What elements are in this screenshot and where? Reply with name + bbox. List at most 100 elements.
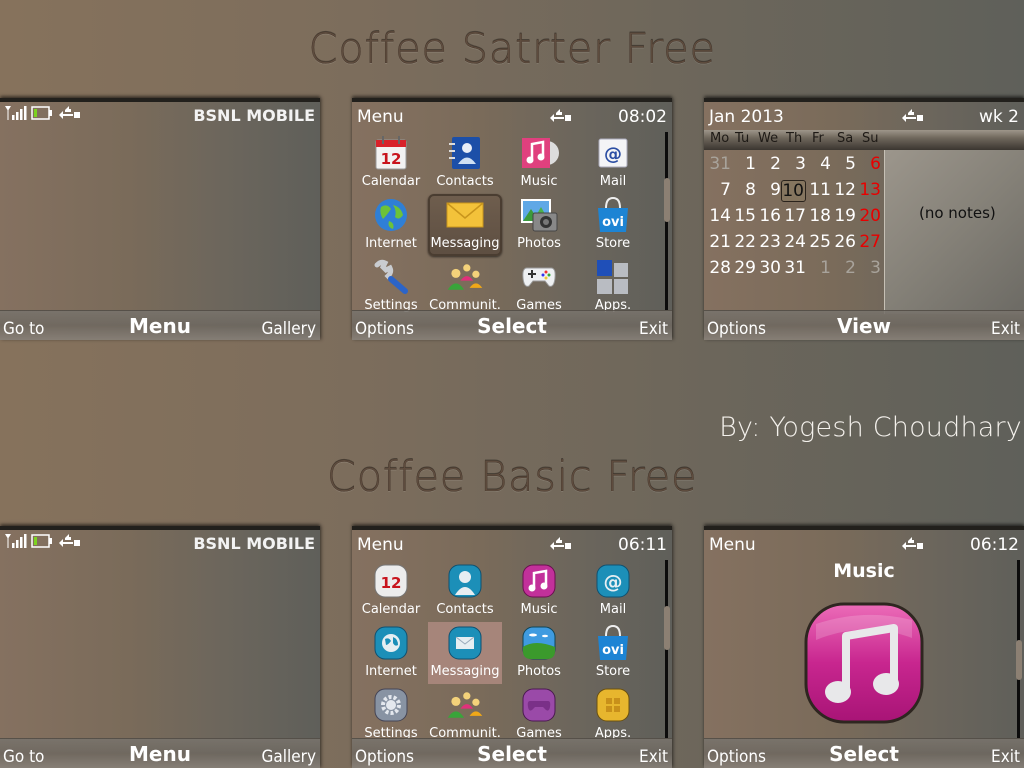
weekday-header: Mo Tu We Th Fr Sa Su [704, 130, 1024, 150]
calendar-day[interactable]: 19 [831, 206, 856, 226]
calendar-day[interactable]: 24 [781, 232, 806, 252]
calendar-day[interactable]: 27 [856, 232, 881, 252]
menu-grid: 12 Calendar Contacts Music @ Mail Intern… [354, 560, 654, 746]
calendar-day[interactable]: 14 [706, 206, 731, 226]
calendar-day[interactable]: 13 [856, 180, 881, 200]
softkey-center[interactable]: Select [704, 742, 1024, 766]
usb-connection-icon [59, 534, 80, 547]
calendar-day[interactable]: 29 [731, 258, 756, 278]
battery-icon [31, 106, 52, 120]
weekday-label: Sa [837, 131, 854, 146]
calendar-day[interactable]: 28 [706, 258, 731, 278]
calendar-day[interactable]: 9 [756, 180, 781, 200]
softkey-center[interactable]: View [704, 314, 1024, 338]
calendar-day[interactable]: 15 [731, 206, 756, 226]
scrollbar-thumb[interactable] [664, 178, 670, 222]
calendar-day[interactable]: 3 [781, 154, 806, 174]
svg-text:@: @ [604, 571, 623, 593]
menu-item-messaging[interactable]: Messaging [428, 622, 502, 684]
usb-connection-icon [59, 106, 80, 119]
menu-item-contacts[interactable]: Contacts [428, 132, 502, 194]
music-note-icon[interactable] [802, 600, 926, 726]
envelope-icon [446, 202, 484, 228]
menu-item-settings[interactable]: Settings [354, 684, 428, 746]
calendar-day[interactable]: 12 [831, 180, 856, 200]
softkey-right[interactable]: Exit [639, 747, 668, 767]
menu-item-internet[interactable]: Internet [354, 622, 428, 684]
scrollbar-thumb[interactable] [1016, 640, 1022, 680]
menu-item-store[interactable]: ovi Store [576, 622, 650, 684]
calendar-day[interactable]: 22 [731, 232, 756, 252]
banner-coffee-basic: Coffee Basic Free [326, 452, 698, 501]
menu-item-apps[interactable]: Apps. [576, 256, 650, 318]
calendar-day[interactable]: 30 [756, 258, 781, 278]
menu-item-settings[interactable]: Settings [354, 256, 428, 318]
calendar-day[interactable]: 6 [856, 154, 881, 174]
calendar-day[interactable]: 31 [706, 154, 731, 174]
ovi-store-icon: ovi [598, 624, 628, 660]
menu-item-label: Photos [517, 664, 561, 679]
signal-icon [5, 534, 27, 548]
menu-item-store[interactable]: ovi Store [576, 194, 650, 256]
menu-item-community[interactable]: Communit. [428, 256, 502, 318]
menu-item-mail[interactable]: @ Mail [576, 132, 650, 194]
calendar-day[interactable]: 3 [856, 258, 881, 278]
calendar-day[interactable]: 20 [856, 206, 881, 226]
menu-item-calendar[interactable]: 12 Calendar [354, 560, 428, 622]
calendar-day[interactable]: 4 [806, 154, 831, 174]
calendar-day[interactable]: 25 [806, 232, 831, 252]
menu-item-music[interactable]: Music [502, 560, 576, 622]
softkey-right[interactable]: Gallery [262, 747, 316, 767]
calendar-day[interactable]: 7 [706, 180, 731, 200]
softkey-center[interactable]: Select [352, 742, 672, 766]
softkey-right[interactable]: Exit [639, 319, 668, 339]
softkey-right[interactable]: Exit [991, 747, 1020, 767]
title-bar: Menu 08:02 [352, 102, 672, 128]
menu-item-games[interactable]: Games [502, 684, 576, 746]
menu-item-internet[interactable]: Internet [354, 194, 428, 256]
menu-item-photos[interactable]: Photos [502, 194, 576, 256]
calendar-day[interactable]: 8 [731, 180, 756, 200]
svg-text:12: 12 [381, 574, 402, 592]
calendar-day[interactable]: 31 [781, 258, 806, 278]
menu-item-apps[interactable]: Apps. [576, 684, 650, 746]
menu-title: Menu [709, 535, 756, 555]
menu-item-photos[interactable]: Photos [502, 622, 576, 684]
softkey-right[interactable]: Gallery [262, 319, 316, 339]
softkey-right[interactable]: Exit [991, 319, 1020, 339]
softkey-bar: Options View Exit [704, 310, 1024, 340]
menu-item-messaging[interactable]: Messaging [428, 194, 502, 256]
calendar-day[interactable]: 18 [806, 206, 831, 226]
menu-item-label: Store [595, 236, 631, 251]
calendar-day[interactable]: 21 [706, 232, 731, 252]
status-bar: BSNL MOBILE [0, 530, 320, 556]
menu-item-label: Messaging [430, 236, 500, 251]
calendar-day[interactable]: 16 [756, 206, 781, 226]
calendar-day[interactable]: 11 [806, 180, 831, 200]
calendar-day[interactable]: 1 [806, 258, 831, 278]
calendar-day[interactable]: 10 [781, 180, 806, 202]
menu-item-games[interactable]: Games [502, 256, 576, 318]
usb-connection-icon [902, 109, 923, 122]
menu-item-label: Internet [365, 664, 417, 679]
menu-item-label: Mail [599, 602, 627, 617]
calendar-day[interactable]: 1 [731, 154, 756, 174]
menu-item-mail[interactable]: @ Mail [576, 560, 650, 622]
contacts-icon [449, 137, 480, 169]
calendar-day[interactable]: 26 [831, 232, 856, 252]
calendar-day[interactable]: 2 [756, 154, 781, 174]
notes-panel: (no notes) [884, 150, 1024, 314]
apps-icon [596, 688, 630, 722]
softkey-center[interactable]: Select [352, 314, 672, 338]
calendar-day[interactable]: 2 [831, 258, 856, 278]
menu-item-community[interactable]: Communit. [428, 684, 502, 746]
calendar-day[interactable]: 17 [781, 206, 806, 226]
menu-item-contacts[interactable]: Contacts [428, 560, 502, 622]
calendar-day[interactable]: 5 [831, 154, 856, 174]
clock: 08:02 [618, 107, 667, 127]
music-icon [522, 564, 556, 598]
scrollbar-thumb[interactable] [664, 606, 670, 650]
menu-item-calendar[interactable]: 12 Calendar [354, 132, 428, 194]
calendar-day[interactable]: 23 [756, 232, 781, 252]
menu-item-music[interactable]: Music [502, 132, 576, 194]
